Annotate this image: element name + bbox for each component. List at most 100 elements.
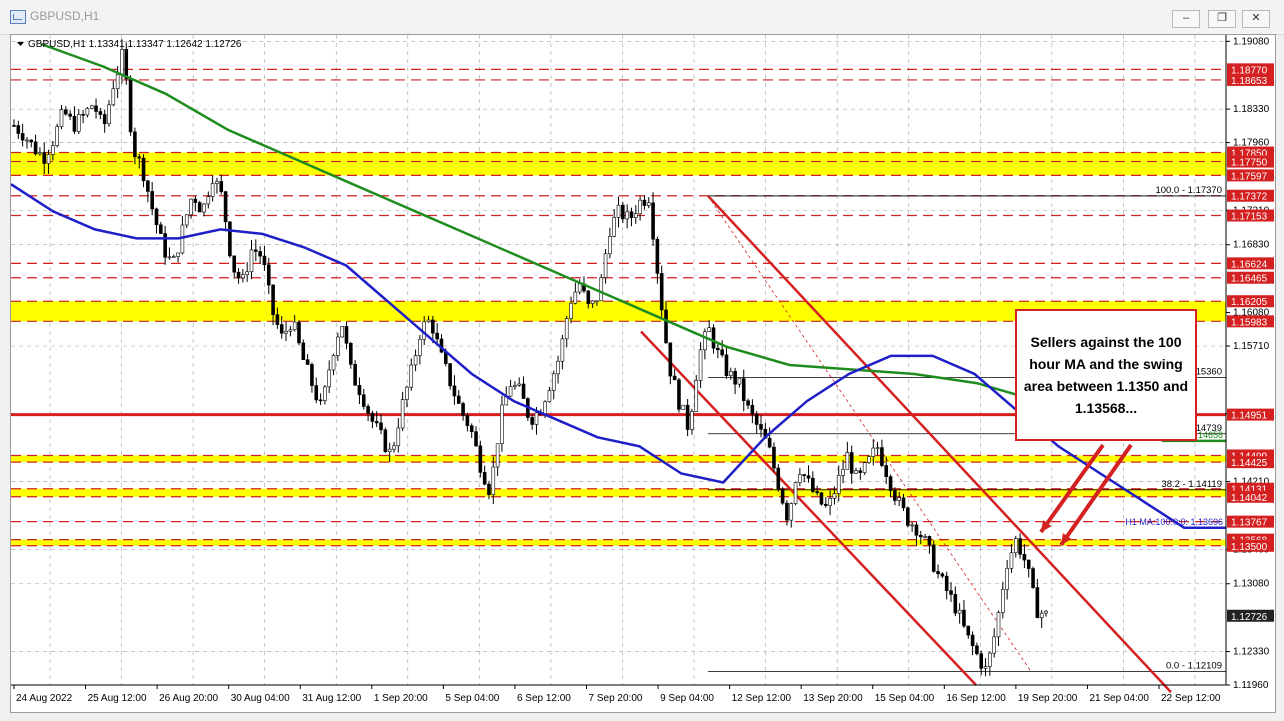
candle-body [405, 386, 409, 400]
candle-body [98, 111, 103, 115]
candle-body [871, 447, 876, 457]
minimize-button[interactable]: – [1172, 10, 1200, 28]
price-tick-label: 1.16830 [1233, 240, 1270, 251]
candle-body [426, 319, 431, 323]
candle-body [491, 466, 496, 495]
candle-body [508, 386, 513, 397]
candle-body [107, 104, 111, 125]
candle-body [793, 482, 798, 504]
candle-body [646, 202, 651, 206]
candle-body [254, 249, 258, 252]
candle-body [171, 256, 176, 258]
candle-body [210, 183, 215, 197]
window-titlebar[interactable]: GBPUSD,H1 – ❐ ✕ [0, 0, 1284, 35]
candle-body [612, 217, 617, 237]
candle-body [875, 447, 880, 449]
candle-body [910, 524, 914, 527]
candle-body [431, 319, 435, 334]
candle-body [500, 404, 504, 444]
candle-body [737, 378, 742, 385]
candle-body [241, 274, 245, 279]
candle-body [59, 109, 64, 127]
candle-body [603, 253, 608, 278]
candle-body [141, 157, 146, 182]
restore-icon: ❐ [1217, 12, 1227, 24]
candle-body [534, 412, 539, 425]
candle-body [867, 456, 871, 463]
candle-body [685, 404, 690, 430]
candle-body [815, 491, 819, 494]
time-label: 16 Sep 12:00 [946, 693, 1006, 704]
candle-body [621, 204, 625, 220]
candle-body [694, 380, 699, 412]
candle-body [1005, 568, 1009, 590]
candle-body [193, 198, 198, 203]
candle-body [716, 347, 720, 351]
candle-body [772, 446, 776, 469]
candle-body [940, 573, 945, 577]
price-level-tag-label: 1.17372 [1231, 192, 1268, 203]
candle-body [469, 425, 474, 432]
yellow-zone [11, 152, 1226, 176]
candle-body [29, 139, 34, 143]
time-label: 21 Sep 04:00 [1089, 693, 1149, 704]
candle-body [828, 498, 832, 506]
candle-body [651, 202, 655, 240]
candle-body [215, 181, 219, 184]
restore-button[interactable]: ❐ [1208, 10, 1236, 28]
price-level-tag-label: 1.16205 [1231, 297, 1268, 308]
minimize-icon: – [1182, 12, 1190, 24]
candle-body [759, 424, 763, 430]
price-level-tag-label: 1.16465 [1231, 274, 1268, 285]
candle-body [456, 395, 461, 404]
candle-body [146, 180, 150, 192]
close-button[interactable]: ✕ [1242, 10, 1270, 28]
candle-body [923, 536, 927, 538]
candle-body [323, 386, 327, 402]
candle-body [698, 349, 703, 381]
price-level-tag-label: 1.17153 [1231, 212, 1268, 223]
candle-body [590, 300, 595, 304]
candle-body [983, 666, 988, 669]
candle-body [836, 475, 841, 494]
candle-body [318, 399, 323, 402]
chart-header: GBPUSD,H1 1.13341 1.13347 1.12642 1.1272… [17, 39, 242, 50]
candle-body [595, 300, 599, 303]
candle-body [668, 342, 673, 377]
candle-body [711, 327, 716, 349]
candle-body [228, 221, 232, 257]
candle-body [884, 465, 889, 477]
candle-body [931, 544, 936, 572]
candle-body [858, 470, 863, 473]
candle-body [746, 400, 750, 406]
candle-body [301, 342, 306, 360]
price-tick-label: 1.13080 [1233, 579, 1270, 590]
candle-body [854, 470, 858, 474]
trend-channel [640, 195, 1172, 694]
candle-body [137, 156, 142, 159]
candle-body [703, 331, 707, 351]
candle-body [370, 412, 375, 422]
candle-body [482, 472, 487, 485]
candle-body [953, 594, 958, 614]
candle-body [279, 324, 284, 334]
candle-body [16, 125, 21, 134]
yellow-zone [11, 539, 1226, 546]
candle-body [750, 404, 755, 415]
candle-body [975, 645, 979, 655]
price-axis: 1.190801.183301.179601.172101.168301.160… [1226, 36, 1274, 691]
candle-body [754, 413, 759, 425]
price-tick-label: 1.15710 [1233, 341, 1270, 352]
candle-body [681, 404, 686, 410]
time-label: 25 Aug 12:00 [88, 693, 147, 704]
candle-body [1009, 552, 1014, 569]
ma100-label: H1 MA:100:0:0: 1.13696 [1125, 517, 1223, 527]
time-label: 24 Aug 2022 [16, 693, 73, 704]
time-label: 9 Sep 04:00 [660, 693, 714, 704]
collapse-triangle-icon[interactable] [17, 42, 24, 46]
candle-body [409, 364, 414, 388]
candle-body [387, 448, 392, 452]
price-tick-label: 1.12330 [1233, 647, 1270, 658]
candle-body [767, 437, 772, 448]
time-label: 19 Sep 20:00 [1018, 693, 1078, 704]
